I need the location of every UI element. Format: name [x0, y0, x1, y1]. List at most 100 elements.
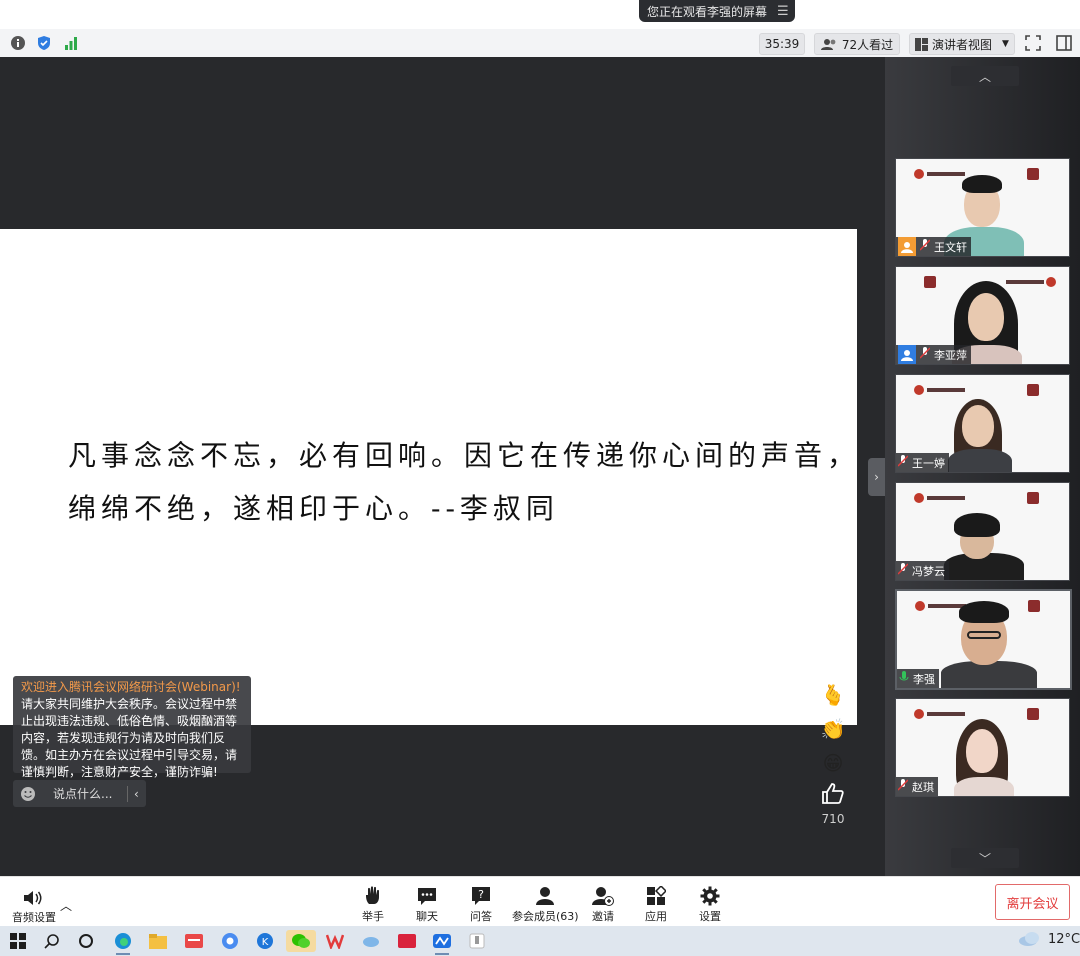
participant-name: 冯梦云: [912, 564, 945, 578]
security-shield-icon[interactable]: [36, 35, 52, 51]
search-icon[interactable]: [41, 930, 63, 952]
like-count: 710: [821, 812, 845, 826]
members-label: 参会成员(63): [512, 910, 579, 923]
chevron-left-icon[interactable]: ‹: [127, 785, 139, 802]
wps-office-icon[interactable]: [324, 930, 346, 952]
wechat-icon[interactable]: [286, 930, 316, 952]
mic-muted-icon: [919, 239, 931, 254]
thumbs-up-icon[interactable]: [820, 781, 846, 807]
weather-temperature[interactable]: 12°C: [1048, 932, 1080, 947]
apps-button[interactable]: 应用: [645, 886, 667, 924]
university-logo: [914, 169, 965, 179]
chevron-down-icon: ﹀: [978, 851, 991, 866]
slide-quote-line-2: 绵绵不绝，遂相印于心。--李叔同: [68, 492, 559, 525]
question-icon: ?: [472, 887, 490, 905]
notes-app-icon[interactable]: [466, 930, 488, 952]
scroll-up-button[interactable]: ︿: [951, 66, 1019, 86]
chat-message-box: 欢迎进入腾讯会议网络研讨会(Webinar)! 请大家共同维护大会秩序。会议过程…: [13, 676, 251, 779]
file-explorer-icon[interactable]: [147, 930, 169, 952]
chrome-icon[interactable]: [219, 930, 241, 952]
participant-name-tag: 李亚萍: [896, 345, 971, 364]
chat-bubble-icon: [418, 888, 436, 905]
participant-name: 李亚萍: [934, 348, 967, 362]
sidebar-toggle-icon[interactable]: [1056, 35, 1072, 51]
leave-meeting-button[interactable]: 离开会议: [995, 884, 1070, 920]
members-icon: [536, 887, 555, 905]
chat-button[interactable]: 聊天: [416, 886, 438, 924]
layout-icon: [915, 37, 929, 51]
view-mode-dropdown[interactable]: 演讲者视图 ▼: [909, 33, 1015, 55]
participant-name-tag: 王文轩: [896, 237, 971, 256]
red-app-icon[interactable]: [183, 930, 205, 952]
participant-name-tag: 赵琪: [896, 777, 938, 796]
red-text-app-icon[interactable]: [396, 930, 418, 952]
settings-button[interactable]: 设置: [699, 886, 721, 924]
grin-reaction-icon[interactable]: 😁: [820, 750, 846, 776]
raise-hand-label: 举手: [362, 910, 384, 923]
university-seal: [924, 276, 936, 288]
participant-name-tag: 冯梦云: [896, 561, 949, 580]
participant-name: 赵琪: [912, 780, 934, 794]
university-seal: [1027, 708, 1039, 720]
university-logo: [1006, 277, 1056, 287]
invite-icon: [592, 887, 614, 906]
cloud-app-icon[interactable]: [360, 930, 382, 952]
task-view-icon[interactable]: [75, 930, 97, 952]
participant-tile[interactable]: 冯梦云: [895, 482, 1070, 581]
participant-name-tag: 李强: [897, 669, 939, 688]
hand-icon: [366, 886, 379, 904]
finger-heart-reaction-icon[interactable]: 🫰: [820, 682, 846, 708]
university-seal: [1027, 492, 1039, 504]
meeting-timer: 35:39: [759, 33, 805, 55]
slide-quote-line-1: 凡事念念不忘，必有回响。因它在传递你心间的声音，: [68, 439, 861, 472]
university-logo: [914, 385, 965, 395]
windows-start-icon[interactable]: [7, 930, 29, 952]
participant-tile[interactable]: 王文轩: [895, 158, 1070, 257]
participant-tile[interactable]: 李亚萍: [895, 266, 1070, 365]
tencent-meeting-icon[interactable]: [431, 930, 453, 955]
mic-muted-icon: [897, 563, 909, 578]
network-signal-icon[interactable]: [63, 35, 79, 51]
chat-label: 聊天: [416, 910, 438, 923]
cohost-icon: [898, 345, 916, 364]
weather-cloud-icon[interactable]: [1018, 931, 1042, 951]
raise-hand-button[interactable]: 举手: [362, 886, 384, 924]
participant-tile[interactable]: 王一婷: [895, 374, 1070, 473]
participant-tile-active-speaker[interactable]: 李强: [895, 589, 1072, 690]
invite-button[interactable]: 邀请: [592, 886, 614, 924]
mic-speaking-icon: [899, 671, 909, 686]
participant-name: 王文轩: [934, 240, 967, 254]
members-button[interactable]: 参会成员(63): [512, 886, 579, 924]
menu-icon[interactable]: ☰: [777, 4, 789, 19]
kugou-icon[interactable]: K: [254, 930, 276, 952]
participant-name: 李强: [913, 672, 935, 686]
university-logo: [914, 493, 965, 503]
mic-muted-icon: [897, 779, 909, 794]
viewer-count-button[interactable]: 72人看过: [814, 33, 900, 55]
svg-text:?: ?: [478, 888, 484, 901]
screen-share-notice[interactable]: 您正在观看李强的屏幕 ☰: [639, 0, 795, 22]
viewer-count-label: 72人看过: [841, 37, 894, 52]
fullscreen-icon[interactable]: [1025, 35, 1041, 51]
qa-label: 问答: [470, 910, 492, 923]
chevron-up-icon[interactable]: ︿: [60, 897, 72, 914]
edge-browser-icon[interactable]: [112, 930, 134, 955]
apps-icon: [647, 886, 666, 905]
university-logo: [914, 709, 965, 719]
chat-input[interactable]: 说点什么... ‹: [13, 780, 146, 807]
collapse-panel-button[interactable]: ›: [868, 458, 885, 496]
info-icon[interactable]: [10, 35, 26, 51]
university-seal: [1027, 168, 1039, 180]
chat-rules-text: 请大家共同维护大会秩序。会议过程中禁止出现违法违规、低俗色情、吸烟酗酒等内容，若…: [21, 697, 238, 779]
qa-button[interactable]: ? 问答: [470, 886, 492, 924]
settings-label: 设置: [699, 910, 721, 923]
emoji-icon[interactable]: [13, 786, 43, 802]
participant-tile[interactable]: 赵琪: [895, 698, 1070, 797]
invite-label: 邀请: [592, 910, 614, 923]
chat-welcome-text: 欢迎进入腾讯会议网络研讨会(Webinar)!: [21, 680, 241, 694]
audio-settings-button[interactable]: 音频设置: [12, 889, 56, 925]
chevron-right-icon: ›: [874, 470, 879, 484]
clap-reaction-icon[interactable]: 👏: [820, 716, 846, 742]
university-seal: [1027, 384, 1039, 396]
scroll-down-button[interactable]: ﹀: [951, 848, 1019, 868]
